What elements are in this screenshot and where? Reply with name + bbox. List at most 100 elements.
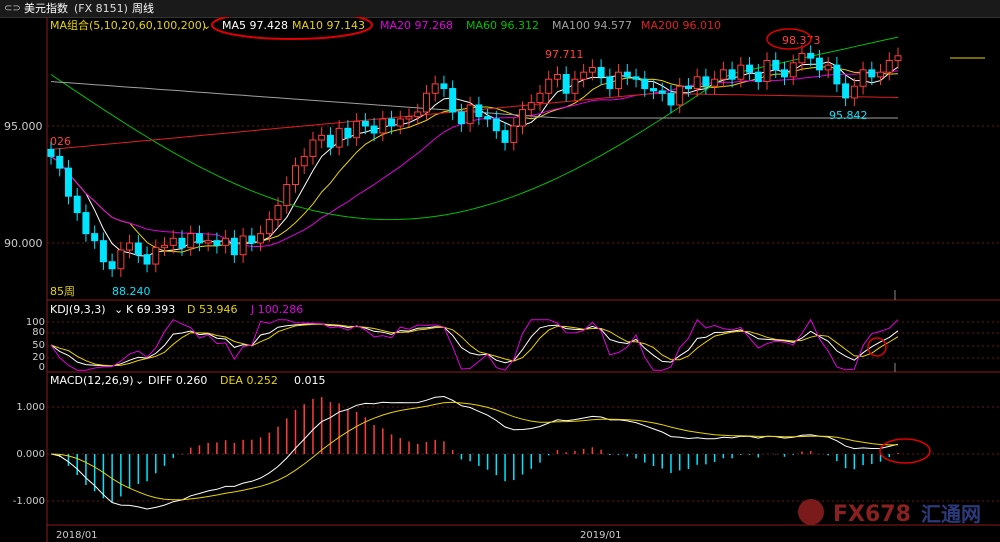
candle-body bbox=[169, 237, 177, 246]
kdj-j-label: J 100.286 bbox=[250, 303, 303, 316]
kdj-tick-80: 80 bbox=[32, 327, 45, 338]
kdj-d-line bbox=[50, 323, 899, 367]
candle-body bbox=[728, 69, 736, 80]
candle-body bbox=[492, 118, 500, 132]
watermark-cn: 汇通网 bbox=[921, 502, 981, 526]
instrument-title: 美元指数 bbox=[24, 2, 68, 15]
price-tick-95: 95.000 bbox=[4, 120, 43, 133]
candle-body bbox=[597, 67, 605, 78]
macd-tick-1: 1.000 bbox=[16, 402, 45, 413]
ma10-line bbox=[50, 66, 899, 253]
candle-body bbox=[300, 155, 308, 167]
candle-body bbox=[195, 233, 203, 244]
ma60-label: MA60 96.312 bbox=[466, 19, 539, 32]
candle-body bbox=[99, 240, 107, 263]
candle-body bbox=[763, 59, 771, 83]
candle-body bbox=[396, 118, 404, 127]
macd-highlight-circle bbox=[879, 438, 931, 464]
candle-body bbox=[798, 52, 806, 64]
candle-body bbox=[719, 69, 727, 80]
candle-body bbox=[650, 88, 658, 92]
candle-body bbox=[510, 125, 518, 143]
watermark-brand: FX678 bbox=[833, 502, 911, 527]
candle-body bbox=[422, 92, 430, 113]
mid-high-annotation: 97.711 bbox=[545, 48, 584, 61]
candle-body bbox=[178, 237, 186, 249]
candle-body bbox=[161, 244, 169, 249]
candle-body bbox=[440, 83, 448, 90]
candle-body bbox=[571, 78, 579, 94]
candle-body bbox=[431, 83, 439, 94]
period-selector[interactable]: 周线 bbox=[132, 0, 154, 17]
candle-body bbox=[807, 52, 815, 59]
watermark: FX678 汇通网 bbox=[793, 493, 993, 533]
chart-canvas[interactable]: MA组合(5,10,20,60,100,200) ⌄ MA5 97.428 MA… bbox=[0, 17, 1000, 542]
candle-body bbox=[623, 71, 631, 78]
ma-legend-prefix: MA组合(5,10,20,60,100,200) bbox=[50, 18, 206, 32]
candle-body bbox=[885, 59, 893, 73]
candle-body bbox=[815, 57, 823, 71]
candle-body bbox=[536, 92, 544, 104]
candle-body bbox=[309, 139, 317, 157]
candle-body bbox=[693, 76, 701, 90]
candle-body bbox=[877, 71, 885, 78]
candle-body bbox=[588, 67, 596, 73]
candle-body bbox=[283, 184, 291, 207]
candle-body bbox=[632, 76, 640, 80]
candle-body bbox=[641, 78, 649, 90]
candle-body bbox=[527, 102, 535, 111]
candle-body bbox=[414, 111, 422, 118]
candle-body bbox=[737, 64, 745, 80]
legend-dropdown-icon[interactable]: ⌄ bbox=[202, 19, 211, 32]
kdj-dropdown-icon[interactable]: ⌄ bbox=[114, 303, 123, 316]
candle-body bbox=[326, 134, 334, 148]
x-tick-2018: 2018/01 bbox=[56, 530, 98, 541]
link-icon[interactable]: ⊂⊃ bbox=[4, 0, 21, 17]
candle-body bbox=[562, 74, 570, 94]
candle-body bbox=[257, 233, 265, 244]
candle-body bbox=[684, 85, 692, 90]
candle-body bbox=[711, 78, 719, 87]
candle-body bbox=[56, 155, 64, 169]
candle-body bbox=[658, 90, 666, 94]
candle-body bbox=[353, 120, 361, 139]
price-tick-90: 90.000 bbox=[4, 237, 43, 250]
candle-body bbox=[676, 85, 684, 106]
candle-body bbox=[64, 167, 72, 197]
ma60-line bbox=[50, 36, 899, 221]
instrument-code: (FX 8151) bbox=[74, 2, 128, 15]
candle-body bbox=[265, 219, 273, 235]
candle-body bbox=[318, 134, 326, 141]
candle-body bbox=[117, 249, 125, 270]
candle-body bbox=[615, 71, 623, 90]
kdj-k-label: K 69.393 bbox=[126, 303, 175, 316]
candle-body bbox=[457, 111, 465, 125]
ma200-label: MA200 96.010 bbox=[641, 19, 721, 32]
candle-body bbox=[702, 76, 710, 87]
high-annotation: 98.373 bbox=[782, 34, 821, 47]
candle-body bbox=[248, 235, 256, 244]
kdj-j-line bbox=[50, 318, 899, 371]
candle-body bbox=[91, 233, 99, 242]
candle-body bbox=[833, 64, 841, 85]
candle-body bbox=[606, 76, 614, 90]
candle-body bbox=[274, 205, 282, 221]
macd-dropdown-icon[interactable]: ⌄ bbox=[135, 374, 144, 387]
kdj-tick-50: 50 bbox=[32, 340, 45, 351]
candle-body bbox=[108, 261, 116, 270]
kdj-d-label: D 53.946 bbox=[187, 303, 237, 316]
ma10-label: MA10 97.143 bbox=[292, 19, 365, 32]
macd-value-label: 0.015 bbox=[294, 374, 326, 387]
candle-body bbox=[466, 104, 474, 125]
candle-body bbox=[47, 148, 55, 157]
kdj-legend-prefix: KDJ(9,3,3) bbox=[50, 303, 106, 316]
candle-body bbox=[667, 92, 675, 106]
low-week-label: 85周 bbox=[50, 285, 75, 298]
candle-body bbox=[519, 109, 527, 127]
low-annotation: 88.240 bbox=[112, 285, 151, 298]
candle-body bbox=[475, 104, 483, 118]
candle-body bbox=[213, 240, 221, 246]
candle-body bbox=[405, 116, 413, 120]
macd-diff-line bbox=[50, 395, 899, 510]
candle-body bbox=[126, 242, 134, 251]
